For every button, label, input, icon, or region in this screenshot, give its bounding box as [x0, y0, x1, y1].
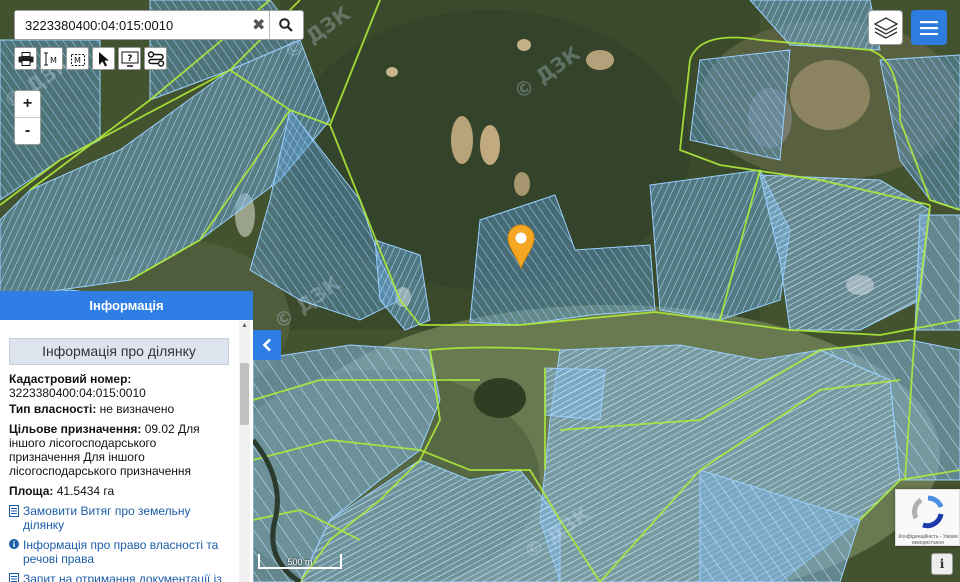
ownership-type: Тип власності: не визначено	[9, 402, 229, 416]
location-pin-icon[interactable]	[506, 223, 536, 270]
info-circle-icon	[9, 539, 19, 549]
order-extract-link[interactable]: Замовити Витяг про земельну ділянку	[9, 504, 229, 532]
recaptcha-icon	[912, 495, 944, 529]
identify-button[interactable]: ?	[118, 47, 141, 70]
area-label: Площа:	[9, 484, 54, 498]
layers-button[interactable]	[868, 10, 903, 45]
identify-label: ?	[127, 54, 132, 64]
order-extract-label: Замовити Витяг про земельну ділянку	[23, 504, 191, 532]
route-button[interactable]	[144, 47, 167, 70]
ownership-type-label: Тип власності:	[9, 402, 97, 416]
ownership-type-value: не визначено	[99, 402, 175, 416]
info-panel-scrollbar[interactable]: ▲	[239, 321, 250, 582]
close-icon[interactable]: ✖	[249, 15, 269, 35]
map-info-button[interactable]: i	[931, 553, 953, 575]
help-icon: ?	[121, 51, 138, 67]
recaptcha-badge[interactable]: Конфіденційність - Умови використання	[895, 489, 960, 546]
scrollbar-thumb[interactable]	[240, 363, 249, 425]
document-icon	[9, 573, 19, 582]
recaptcha-text: Конфіденційність - Умови використання	[898, 534, 958, 546]
info-panel-body: Інформація про ділянку Кадастровий номер…	[0, 320, 238, 582]
print-button[interactable]	[14, 47, 37, 70]
map-toolbar: M M ?	[14, 47, 167, 70]
info-panel-title: Інформація	[0, 291, 253, 320]
documentation-request-link[interactable]: Запит на отримання документації із	[9, 572, 229, 582]
hamburger-icon	[920, 20, 938, 35]
map-scale-bar: 500 m	[258, 554, 342, 569]
info-panel: Інформація Інформація про ділянку Кадаст…	[0, 291, 253, 582]
layers-icon	[873, 16, 898, 39]
cadastral-number-label: Кадастровий номер:	[9, 372, 132, 386]
collapse-panel-button[interactable]	[253, 330, 281, 360]
search-icon	[279, 18, 294, 32]
chevron-left-icon	[262, 338, 271, 352]
select-button[interactable]	[92, 47, 115, 70]
measure-distance-button[interactable]: M	[40, 47, 63, 70]
measure-area-icon: M	[70, 53, 85, 66]
measure-distance-icon: M	[43, 52, 57, 65]
measure-area-label: M	[74, 56, 81, 65]
ownership-rights-link[interactable]: Інформація про право власності та речові…	[9, 538, 229, 566]
cadastral-number-value: 3223380400:04:015:0010	[9, 386, 146, 400]
documentation-request-label: Запит на отримання документації із	[23, 572, 222, 582]
search-button[interactable]	[268, 11, 304, 39]
measure-distance-label: M	[50, 56, 57, 65]
search-input[interactable]	[15, 11, 249, 39]
area: Площа: 41.5434 га	[9, 484, 229, 498]
printer-icon	[18, 51, 33, 66]
scroll-up-icon[interactable]: ▲	[239, 321, 250, 331]
document-icon	[9, 505, 19, 517]
parcel-info-heading: Інформація про ділянку	[9, 338, 229, 365]
zoom-control: + -	[14, 90, 41, 145]
route-icon	[147, 50, 164, 67]
area-value: 41.5434 га	[56, 484, 115, 498]
purpose-label: Цільове призначення:	[9, 422, 142, 436]
menu-button[interactable]	[911, 10, 947, 45]
zoom-out-button[interactable]: -	[15, 118, 40, 144]
purpose: Цільове призначення: 09.02 Для іншого лі…	[9, 422, 229, 478]
search-bar: ✖	[14, 10, 304, 40]
zoom-in-button[interactable]: +	[15, 91, 40, 118]
cursor-icon	[98, 51, 109, 66]
cadastral-number: Кадастровий номер: 3223380400:04:015:001…	[9, 372, 229, 400]
measure-area-button[interactable]: M	[66, 47, 89, 70]
ownership-rights-label: Інформація про право власності та речові…	[23, 538, 219, 566]
